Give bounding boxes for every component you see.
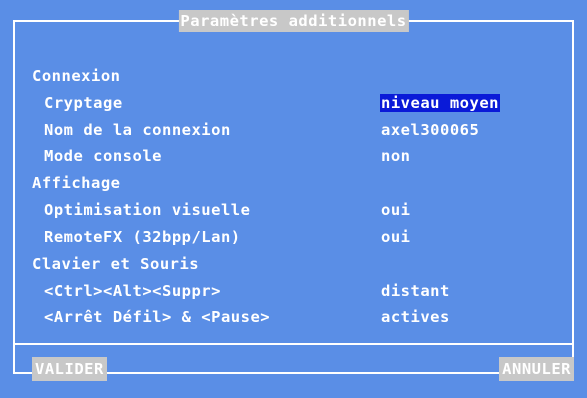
label-arret-defil-pause: <Arrêt Défil> & <Pause> [44,308,271,326]
dialog-title-text: Paramètres additionnels [180,12,407,30]
value-mode-console-field[interactable]: non [381,147,411,165]
value-optimisation-visuelle-field[interactable]: oui [381,201,411,219]
label-mode-console: Mode console [44,147,162,165]
value-arret-defil-pause-field[interactable]: actives [381,308,450,326]
dialog-title: Paramètres additionnels [178,10,409,32]
value-nom-connexion-field[interactable]: axel300065 [381,121,479,139]
label-remotefx: RemoteFX (32bpp/Lan) [44,228,241,246]
value-cryptage-field[interactable]: niveau moyen [380,94,500,112]
value-remotefx-field[interactable]: oui [381,228,411,246]
settings-screen: Paramètres additionnels Connexion Crypta… [0,0,587,398]
label-cryptage: Cryptage [44,94,123,112]
value-ctrl-alt-suppr-field[interactable]: distant [381,282,450,300]
label-nom-connexion: Nom de la connexion [44,121,231,139]
section-heading-clavier-souris: Clavier et Souris [32,255,200,273]
validate-button[interactable]: VALIDER [32,357,107,381]
cancel-button[interactable]: ANNULER [499,357,574,381]
label-ctrl-alt-suppr: <Ctrl><Alt><Suppr> [44,282,221,300]
section-heading-affichage: Affichage [32,174,121,192]
button-separator [13,343,574,345]
section-heading-connexion: Connexion [32,67,121,85]
label-optimisation-visuelle: Optimisation visuelle [44,201,251,219]
